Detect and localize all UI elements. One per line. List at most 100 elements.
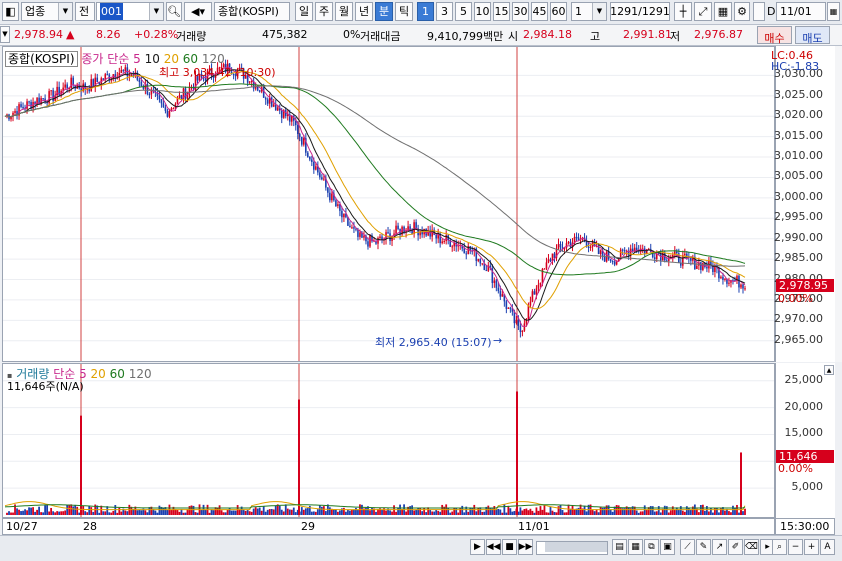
volume-bar xyxy=(74,504,77,515)
volume-bar xyxy=(531,510,534,515)
calendar-icon[interactable]: ▦ xyxy=(827,2,840,21)
volume-bar xyxy=(655,511,658,515)
volume-bar xyxy=(318,505,321,515)
stop-icon[interactable]: ■ xyxy=(502,539,517,555)
window-icon[interactable]: ▣ xyxy=(660,539,675,555)
sell-label: 매도 xyxy=(802,32,823,45)
volume-bar xyxy=(643,505,646,515)
ma-10-line xyxy=(4,69,746,321)
fast-forward-icon[interactable]: ▶▶ xyxy=(518,539,533,555)
volume-bar xyxy=(266,509,269,515)
volume-bar xyxy=(339,510,341,515)
candle-body xyxy=(26,101,28,109)
period-tick[interactable]: 틱 xyxy=(395,2,413,21)
volume-bar xyxy=(669,510,672,515)
volume-bar xyxy=(70,504,73,515)
interval-3[interactable]: 3 xyxy=(436,2,453,21)
window-menu-icon[interactable]: ◧ xyxy=(2,2,19,21)
volume-bar xyxy=(649,506,652,515)
draw-tool-icon[interactable]: ⤢ xyxy=(694,2,712,21)
scroll-thumb[interactable] xyxy=(545,542,607,552)
scroll-start-icon[interactable]: ▶ xyxy=(470,539,485,555)
volume-bar xyxy=(138,509,141,515)
volume-bar xyxy=(627,507,630,515)
grid-icon[interactable]: ▦ xyxy=(714,2,732,21)
gear-icon[interactable]: ⚙ xyxy=(734,2,750,21)
arrow-icon[interactable]: ↗ xyxy=(712,539,727,555)
interval-45[interactable]: 45 xyxy=(531,2,548,21)
sell-button[interactable]: 매도 xyxy=(795,26,830,45)
volume-bar xyxy=(28,507,30,515)
volume-bar xyxy=(220,510,223,515)
candle-icon[interactable]: ┼ xyxy=(674,2,692,21)
period-year[interactable]: 년 xyxy=(355,2,373,21)
volume-bar xyxy=(316,509,319,515)
volume-chart-panel[interactable]: ▪ 거래량 단순 5 20 60 120 11,646주(N/A) xyxy=(2,363,775,518)
period-day[interactable]: 일 xyxy=(295,2,313,21)
volume-sub-label: 11,646주(N/A) xyxy=(7,380,84,393)
rewind-icon[interactable]: ◀◀ xyxy=(486,539,501,555)
volume-bar xyxy=(244,510,247,515)
trend-icon[interactable]: ⟋ xyxy=(680,539,695,555)
period-minute[interactable]: 분 xyxy=(375,2,393,21)
zoom-in-icon[interactable]: + xyxy=(804,539,819,555)
price-change: 8.26 xyxy=(96,28,121,41)
search-icon[interactable]: 🔍︎ xyxy=(166,2,182,21)
volume-bar xyxy=(182,512,185,515)
candle-body xyxy=(507,307,510,309)
interval-10[interactable]: 10 xyxy=(474,2,491,21)
candle-body xyxy=(42,98,44,100)
font-size-icon[interactable]: A xyxy=(820,539,835,555)
interval-1[interactable]: 1 xyxy=(417,2,434,21)
zoom-out-icon[interactable]: − xyxy=(788,539,803,555)
zoom-icon[interactable]: ⌕ xyxy=(772,539,787,555)
count-select[interactable]: 1 ▼ xyxy=(571,2,607,21)
legend-entry: 10 xyxy=(140,52,160,66)
y-tick-label: 25,000 xyxy=(784,372,824,386)
volume-bar xyxy=(653,511,656,515)
volume-bar xyxy=(110,512,113,515)
code-input[interactable]: 001 ▼ xyxy=(96,2,164,21)
market-select[interactable]: 업종 ▼ xyxy=(21,2,73,21)
date-checkbox[interactable] xyxy=(753,2,765,21)
volume-bar xyxy=(334,509,337,515)
collapse-icon[interactable]: ▼ xyxy=(0,26,10,43)
candle-body xyxy=(184,88,187,99)
candle-body xyxy=(258,90,261,92)
volume-bar xyxy=(527,510,530,515)
scroll-slider[interactable] xyxy=(536,541,608,555)
volume-bar xyxy=(573,509,576,515)
volume-panel-toggle-icon[interactable]: ▲ xyxy=(824,365,834,375)
sound-icon[interactable]: ◀︎▾ xyxy=(184,2,212,21)
candle-body xyxy=(309,156,311,160)
volume-bar xyxy=(433,511,436,515)
volume-bar xyxy=(555,512,558,515)
pencil-icon[interactable]: ✐ xyxy=(728,539,743,555)
volume-bar xyxy=(449,512,452,515)
price-chart-panel[interactable]: 종합(KOSPI) 종가 단순 5 10 20 60 120 최고 3,034.… xyxy=(2,46,775,362)
volume-bar xyxy=(505,512,508,515)
layout-icon[interactable]: ▦ xyxy=(628,539,643,555)
candle-body xyxy=(264,97,267,100)
interval-5[interactable]: 5 xyxy=(455,2,472,21)
period-month[interactable]: 월 xyxy=(335,2,353,21)
candle-body xyxy=(499,291,502,297)
erase-icon[interactable]: ⌫ xyxy=(744,539,759,555)
date-input[interactable]: 11/01 xyxy=(776,2,826,21)
interval-30[interactable]: 30 xyxy=(512,2,529,21)
interval-60[interactable]: 60 xyxy=(550,2,567,21)
volume-bar xyxy=(306,508,309,515)
indicator-icon[interactable]: ▤ xyxy=(612,539,627,555)
volume-bar xyxy=(563,512,566,515)
volume-bar xyxy=(284,504,287,515)
copy-icon[interactable]: ⧉ xyxy=(644,539,659,555)
tool-icon[interactable]: ✎ xyxy=(696,539,711,555)
volume-bar xyxy=(571,506,574,515)
interval-15[interactable]: 15 xyxy=(493,2,510,21)
volume-bar xyxy=(617,505,620,515)
buy-button[interactable]: 매수 xyxy=(757,26,792,45)
volume-bar xyxy=(274,505,277,515)
board-select[interactable]: 전 xyxy=(75,2,95,21)
volume-bar xyxy=(345,511,347,515)
period-week[interactable]: 주 xyxy=(315,2,333,21)
